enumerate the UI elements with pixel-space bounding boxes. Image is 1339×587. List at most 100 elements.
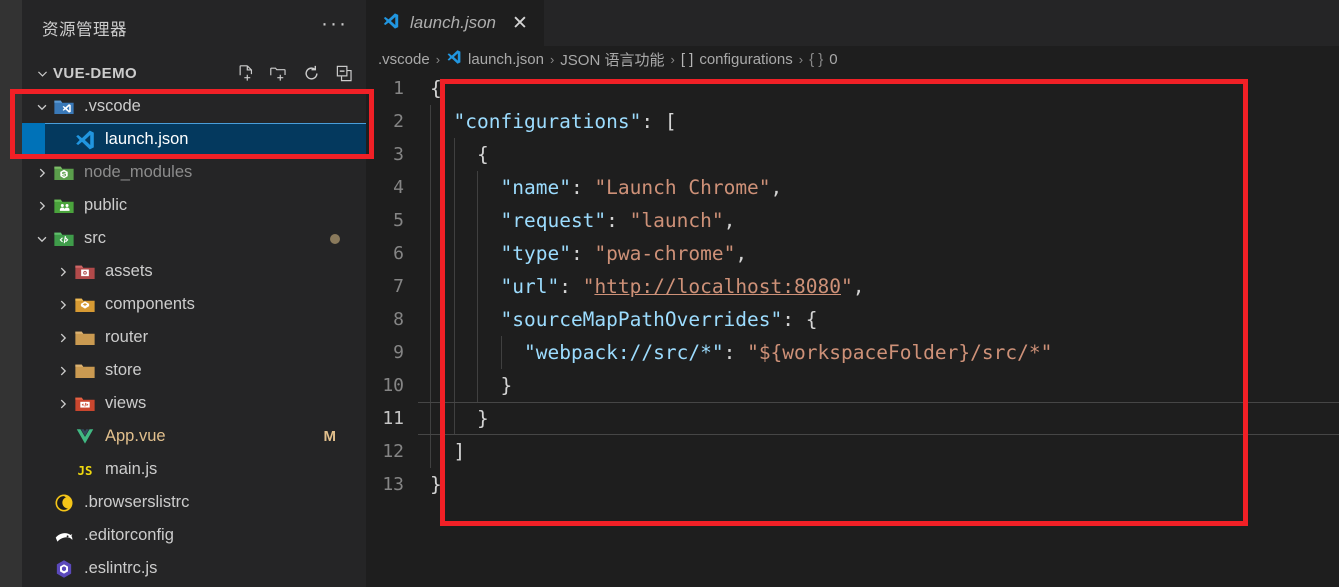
status-badge: M	[323, 428, 337, 445]
code-tokens: {	[430, 138, 489, 171]
code-line-content: }	[418, 369, 1339, 402]
code-token: }	[500, 374, 513, 397]
code-line[interactable]: 6 "type": "pwa-chrome",	[366, 237, 1339, 270]
chevron-right-icon[interactable]	[53, 364, 72, 378]
line-number: 4	[393, 177, 404, 198]
code-tokens: "request": "launch",	[430, 204, 736, 237]
code-token: ,	[735, 242, 748, 265]
editorconfig-file-icon	[51, 525, 77, 547]
code-token: :	[606, 209, 630, 232]
code-line[interactable]: 2 "configurations": [	[366, 105, 1339, 138]
code-line-content: "request": "launch",	[418, 204, 1339, 237]
chevron-right-icon[interactable]	[53, 298, 72, 312]
node-folder-icon	[51, 162, 77, 184]
code-link[interactable]: http://localhost:8080	[594, 275, 841, 298]
chevron-right-icon[interactable]	[53, 397, 72, 411]
breadcrumb-item-3[interactable]: [ ] configurations	[681, 51, 793, 68]
more-actions-icon[interactable]: ···	[321, 13, 348, 38]
tree-item-components[interactable]: components	[22, 288, 366, 321]
breadcrumb-item-0[interactable]: .vscode	[378, 51, 430, 68]
code-token: }	[430, 473, 442, 496]
chevron-right-icon[interactable]	[53, 331, 72, 345]
line-number: 12	[382, 441, 404, 462]
tree-item-views[interactable]: views	[22, 387, 366, 420]
breadcrumb-label: configurations	[699, 50, 793, 68]
code-token: "configurations"	[453, 110, 642, 133]
tree-item-vscode[interactable]: .vscode	[22, 90, 366, 123]
code-line[interactable]: 8 "sourceMapPathOverrides": {	[366, 303, 1339, 336]
breadcrumb-label: launch.json	[468, 50, 544, 68]
tree-item-label: store	[105, 361, 142, 379]
svg-text:JS: JS	[78, 464, 93, 478]
code-line-content: }	[418, 468, 1339, 501]
plain-folder-icon	[72, 327, 98, 349]
breadcrumb-label: .vscode	[378, 50, 430, 68]
code-token: ,	[770, 176, 783, 199]
code-tokens: }	[430, 468, 442, 501]
tree-item-browserslistrc[interactable]: .browserslistrc	[22, 486, 366, 519]
code-token: }	[477, 407, 489, 430]
tree-item-router[interactable]: router	[22, 321, 366, 354]
line-number: 3	[393, 144, 404, 165]
breadcrumb-item-2[interactable]: JSON 语言功能	[560, 49, 664, 70]
plain-folder-icon	[72, 360, 98, 382]
code-line-content: }	[418, 402, 1339, 435]
tree-item-app-vue[interactable]: App.vue M	[22, 420, 366, 453]
chevron-down-icon[interactable]	[32, 100, 51, 114]
assets-folder-icon	[72, 261, 98, 283]
breadcrumb-label: 0	[829, 50, 838, 68]
code-line[interactable]: 12]	[366, 435, 1339, 468]
breadcrumb-item-4[interactable]: { } 0	[809, 51, 838, 68]
line-number: 6	[393, 243, 404, 264]
tree-item-label: public	[84, 196, 128, 214]
tree-item-public[interactable]: public	[22, 189, 366, 222]
tree-item-node-modules[interactable]: node_modules	[22, 156, 366, 189]
chevron-down-icon[interactable]	[31, 67, 53, 80]
code-line[interactable]: 3{	[366, 138, 1339, 171]
code-line[interactable]: 1{	[366, 72, 1339, 105]
code-line[interactable]: 11}	[366, 402, 1339, 435]
tree-item-main-js[interactable]: JS main.js	[22, 453, 366, 486]
tree-item-eslintrc-js[interactable]: .eslintrc.js	[22, 552, 366, 585]
code-line[interactable]: 9 "webpack://src/*": "${workspaceFolder}/…	[366, 336, 1339, 369]
code-line[interactable]: 13}	[366, 468, 1339, 501]
tree-item-editorconfig[interactable]: .editorconfig	[22, 519, 366, 552]
code-line[interactable]: 7 "url": "http://localhost:8080",	[366, 270, 1339, 303]
code-line[interactable]: 10}	[366, 369, 1339, 402]
tab-launch-json[interactable]: launch.json ✕	[366, 0, 544, 46]
code-line[interactable]: 5 "request": "launch",	[366, 204, 1339, 237]
chevron-right-icon[interactable]	[53, 265, 72, 279]
tree-item-assets[interactable]: assets	[22, 255, 366, 288]
code-token: :	[723, 341, 748, 364]
editor-group: launch.json ✕ .vscode › launch.json › JSON 语…	[366, 0, 1339, 587]
new-folder-icon[interactable]	[269, 64, 288, 83]
workspace-section-header[interactable]: VUE-DEMO	[22, 56, 366, 90]
refresh-icon[interactable]	[302, 64, 321, 83]
tree-item-store[interactable]: store	[22, 354, 366, 387]
breadcrumb-separator: ›	[549, 51, 555, 67]
breadcrumb-label: JSON 语言功能	[560, 51, 665, 69]
close-icon[interactable]: ✕	[512, 14, 528, 33]
collapse-all-icon[interactable]	[335, 64, 354, 83]
code-tokens: "name": "Launch Chrome",	[430, 171, 783, 204]
line-number: 8	[393, 309, 404, 330]
line-number: 7	[393, 276, 404, 297]
eslint-file-icon	[51, 558, 77, 580]
code-tokens: "url": "http://localhost:8080",	[430, 270, 865, 303]
tree-item-launch-json[interactable]: launch.json	[22, 123, 366, 156]
code-line[interactable]: 4 "name": "Launch Chrome",	[366, 171, 1339, 204]
tree-item-src[interactable]: src	[22, 222, 366, 255]
chevron-down-icon[interactable]	[32, 232, 51, 246]
code-token: [	[664, 110, 677, 133]
chevron-right-icon[interactable]	[32, 166, 51, 180]
code-token: :	[559, 275, 583, 298]
chevron-right-icon[interactable]	[32, 199, 51, 213]
code-editor[interactable]: 1{2 "configurations": [3{4 "name": "Launch…	[366, 72, 1339, 587]
code-token: ,	[852, 275, 865, 298]
breadcrumb-item-1[interactable]: launch.json	[446, 49, 544, 69]
browserslist-file-icon	[51, 492, 77, 514]
code-line-content: "webpack://src/*": "${workspaceFolder}/s…	[418, 336, 1339, 369]
code-token: "pwa-chrome"	[594, 242, 736, 265]
new-file-icon[interactable]	[236, 64, 255, 83]
activity-bar[interactable]	[0, 0, 22, 587]
